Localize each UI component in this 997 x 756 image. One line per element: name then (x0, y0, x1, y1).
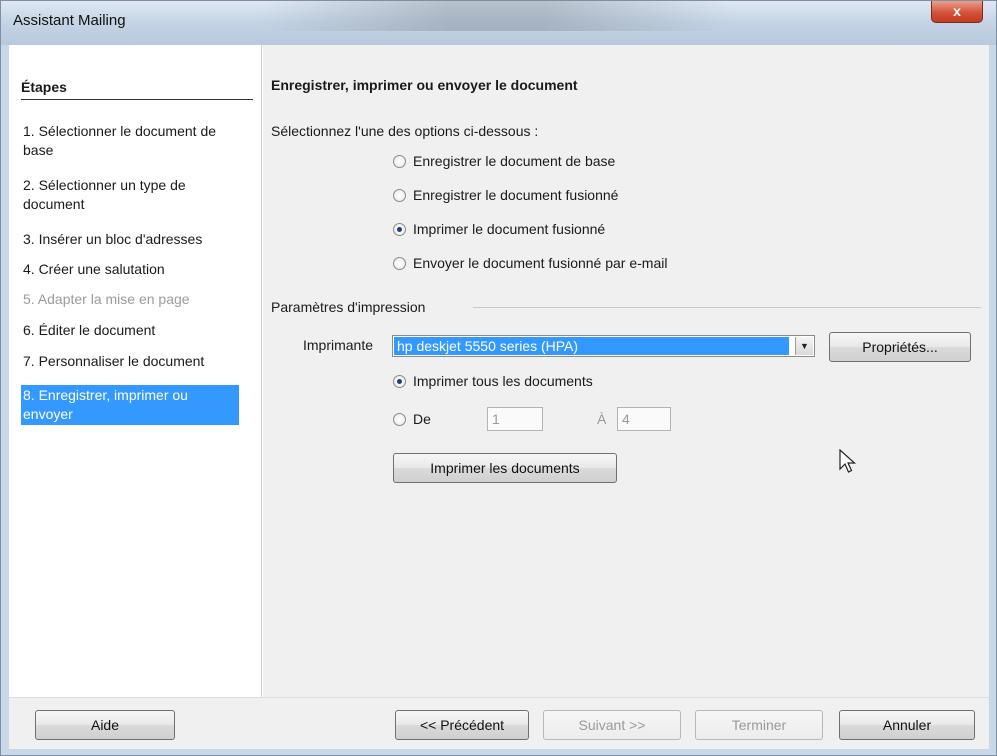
step-item-select-document-type[interactable]: 2. Sélectionner un type de document (21, 175, 239, 215)
title-bar-glare (261, 1, 731, 31)
radio-icon[interactable] (393, 188, 406, 202)
step-item-edit-document[interactable]: 6. Éditer le document (21, 320, 239, 341)
steps-pane: Étapes 1. Sélectionner le document de ba… (9, 45, 262, 697)
option-label: Enregistrer le document fusionné (413, 187, 619, 203)
step-item-insert-address-block[interactable]: 3. Insérer un bloc d'adresses (21, 229, 239, 250)
mouse-pointer-icon (839, 449, 857, 473)
radio-icon[interactable] (393, 154, 406, 168)
radio-icon[interactable] (393, 256, 406, 270)
dropdown-arrow-icon[interactable]: ▼ (795, 337, 813, 355)
group-divider (473, 307, 981, 308)
step-item-adjust-layout: 5. Adapter la mise en page (23, 291, 190, 307)
option-label: Imprimer le document fusionné (413, 221, 606, 237)
from-label: De (413, 411, 431, 427)
steps-title: Étapes (21, 79, 253, 100)
radio-icon[interactable] (393, 412, 406, 426)
printer-select-value: hp deskjet 5550 series (HPA) (394, 337, 789, 355)
printer-label: Imprimante (303, 337, 374, 353)
option-print-merged-document[interactable]: Imprimer le document fusionné (393, 221, 605, 237)
option-save-base-document[interactable]: Enregistrer le document de base (393, 153, 615, 169)
main-pane: Enregistrer, imprimer ou envoyer le docu… (263, 45, 989, 697)
step-item-save-print-send[interactable]: 8. Enregistrer, imprimer ou envoyer (21, 385, 239, 425)
step-item-select-base-document[interactable]: 1. Sélectionner le document de base (21, 121, 239, 161)
window-title: Assistant Mailing (13, 12, 126, 29)
finish-button[interactable]: Terminer (695, 710, 823, 740)
option-label: Enregistrer le document de base (413, 153, 616, 169)
properties-button[interactable]: Propriétés... (829, 332, 971, 362)
button-bar: Aide << Précédent Suivant >> Terminer An… (9, 697, 989, 749)
option-label: Envoyer le document fusionné par e-mail (413, 255, 668, 271)
to-page-field[interactable]: 4 (617, 407, 671, 431)
print-settings-legend: Paramètres d'impression (271, 299, 426, 315)
radio-checked-icon[interactable] (393, 222, 406, 236)
mailing-assistant-dialog: Assistant Mailing x Étapes 1. Sélectionn… (0, 0, 997, 756)
step-item-personalize-document[interactable]: 7. Personnaliser le document (21, 351, 239, 372)
cancel-button[interactable]: Annuler (839, 710, 975, 740)
option-label: Imprimer tous les documents (413, 373, 593, 389)
close-button[interactable]: x (931, 1, 983, 23)
options-prompt: Sélectionnez l'une des options ci-dessou… (271, 123, 539, 139)
radio-checked-icon[interactable] (393, 374, 406, 388)
to-label: À (597, 411, 607, 427)
option-print-all-documents[interactable]: Imprimer tous les documents (393, 373, 593, 389)
help-button[interactable]: Aide (35, 710, 175, 740)
print-documents-button[interactable]: Imprimer les documents (393, 453, 617, 483)
step-item-create-salutation[interactable]: 4. Créer une salutation (21, 259, 239, 280)
title-bar[interactable]: Assistant Mailing x (1, 1, 996, 45)
option-print-range[interactable]: De (393, 411, 431, 427)
close-icon: x (953, 3, 961, 19)
previous-button[interactable]: << Précédent (395, 710, 529, 740)
from-page-field[interactable]: 1 (487, 407, 543, 431)
next-button[interactable]: Suivant >> (543, 710, 681, 740)
option-save-merged-document[interactable]: Enregistrer le document fusionné (393, 187, 618, 203)
printer-select[interactable]: hp deskjet 5550 series (HPA) ▼ (392, 335, 815, 357)
option-email-merged-document[interactable]: Envoyer le document fusionné par e-mail (393, 255, 667, 271)
dialog-body: Étapes 1. Sélectionner le document de ba… (9, 45, 989, 697)
page-title: Enregistrer, imprimer ou envoyer le docu… (271, 77, 578, 93)
